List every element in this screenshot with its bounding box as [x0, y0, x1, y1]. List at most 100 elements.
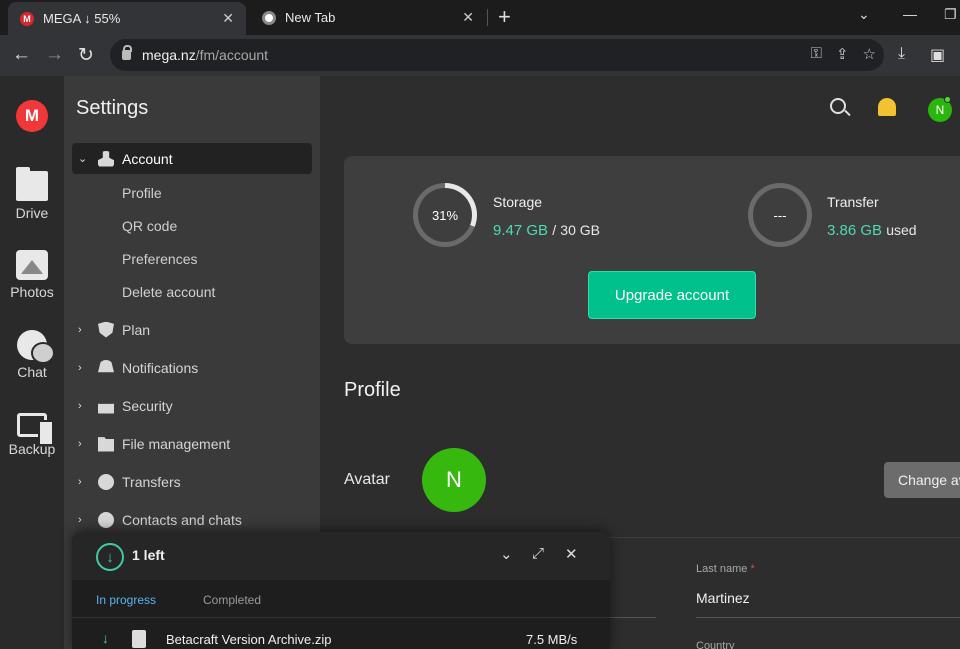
chevron-right-icon: › — [78, 361, 82, 374]
transfer-value: 3.86 GB used — [827, 222, 917, 239]
browser-tabstrip: M MEGA ↓ 55% ✕ New Tab ✕ + ⌄ — ❐ — [0, 0, 960, 35]
chevron-right-icon: › — [78, 437, 82, 450]
close-tab-icon[interactable]: ✕ — [462, 9, 474, 26]
browser-tab-mega[interactable]: M MEGA ↓ 55% ✕ — [8, 2, 246, 35]
rail-item-photos[interactable]: Photos — [0, 250, 64, 300]
settings-item-label: Account — [122, 150, 173, 167]
settings-item-label: Notifications — [122, 359, 199, 376]
transfer-manager-header: ↓ 1 left ⌄ ⤢ ✕ — [72, 532, 610, 580]
settings-subitem-preferences[interactable]: Preferences — [122, 251, 197, 267]
transfer-row[interactable]: ↓ Betacraft Version Archive.zip 7.5 MB/s — [72, 619, 610, 649]
chevron-right-icon: › — [78, 475, 82, 488]
required-marker: * — [750, 563, 755, 575]
download-progress-icon: ↓ — [96, 543, 124, 571]
search-icon[interactable] — [830, 98, 846, 114]
settings-subitem-qr-code[interactable]: QR code — [122, 218, 177, 234]
rail-item-label: Photos — [10, 284, 54, 300]
reload-icon[interactable]: ↻ — [78, 44, 94, 67]
tab-divider — [487, 9, 488, 26]
rail-item-chat[interactable]: Chat — [0, 330, 64, 380]
settings-item-file-management[interactable]: › File management — [72, 428, 312, 459]
change-avatar-button[interactable]: Change avatar — [884, 462, 960, 498]
settings-item-label: Plan — [122, 321, 151, 338]
new-tab-button[interactable]: + — [498, 5, 511, 29]
settings-subitem-delete-account[interactable]: Delete account — [122, 284, 215, 300]
chat-icon — [98, 511, 114, 528]
storage-summary-card: 31% Storage 9.47 GB / 30 GB --- Transfer… — [344, 156, 960, 344]
download-icon[interactable]: ⤓ — [898, 45, 905, 63]
photo-icon — [16, 250, 48, 280]
close-tab-icon[interactable]: ✕ — [222, 10, 234, 27]
settings-item-contacts-and-chats[interactable]: › Contacts and chats — [72, 504, 312, 535]
tab-completed[interactable]: Completed — [203, 593, 261, 607]
transfer-tabs: In progress Completed — [72, 580, 610, 618]
folder-icon — [98, 437, 114, 452]
address-bar[interactable]: mega.nz/fm/account ⚿ ⇪ ☆ — [110, 39, 884, 71]
maximize-icon[interactable]: ❐ — [944, 6, 957, 23]
star-icon[interactable]: ☆ — [863, 45, 876, 63]
avatar-label: Avatar — [344, 471, 390, 488]
last-name-label-text: Last name — [696, 563, 748, 575]
chevron-right-icon: › — [78, 399, 82, 412]
online-status-dot — [944, 96, 951, 103]
transfer-ring-text: --- — [773, 207, 787, 223]
lock-icon — [122, 45, 132, 60]
country-label: Country — [696, 640, 735, 649]
chevron-down-icon: ⌄ — [78, 153, 88, 165]
chevron-right-icon: › — [78, 513, 82, 526]
settings-title: Settings — [76, 97, 149, 119]
url-host: mega.nz — [142, 47, 196, 63]
settings-item-security[interactable]: › Security — [72, 390, 312, 421]
chrome-favicon-icon — [262, 10, 276, 25]
profile-avatar[interactable]: N — [422, 448, 486, 512]
transfer-suffix: used — [886, 222, 917, 238]
notification-bell-icon[interactable] — [878, 98, 896, 116]
tab-title: MEGA ↓ 55% — [43, 11, 121, 26]
browser-tab-newtab[interactable]: New Tab ✕ — [250, 0, 486, 35]
settings-subitem-profile[interactable]: Profile — [122, 185, 162, 201]
transfer-icon — [98, 473, 114, 490]
share-icon[interactable]: ⇪ — [836, 45, 849, 63]
storage-separator: / — [552, 222, 557, 238]
storage-usage-ring: 31% — [413, 183, 477, 247]
settings-item-label: Contacts and chats — [122, 511, 242, 528]
expand-icon[interactable]: ⤢ — [532, 545, 544, 562]
lock-icon — [98, 403, 114, 414]
settings-item-transfers[interactable]: › Transfers — [72, 466, 312, 497]
transfer-used: 3.86 GB — [827, 222, 883, 239]
upgrade-account-button[interactable]: Upgrade account — [588, 271, 756, 319]
last-name-field[interactable]: Martinez — [696, 590, 750, 606]
transfer-file-name: Betacraft Version Archive.zip — [166, 632, 332, 647]
key-icon[interactable]: ⚿ — [811, 45, 822, 63]
chevron-right-icon: › — [78, 323, 82, 336]
transfer-speed: 7.5 MB/s — [526, 632, 578, 647]
side-panel-icon[interactable]: ▣ — [930, 45, 945, 65]
mega-favicon-icon: M — [20, 11, 34, 26]
transfers-remaining: 1 left — [132, 547, 165, 563]
tab-in-progress[interactable]: In progress — [96, 593, 156, 607]
storage-percent: 31% — [431, 207, 459, 223]
url-path: /fm/account — [195, 47, 269, 63]
zip-file-icon — [132, 630, 146, 648]
settings-item-label: Security — [122, 397, 173, 414]
mega-logo-icon[interactable]: M — [16, 100, 48, 132]
storage-value: 9.47 GB / 30 GB — [493, 222, 600, 239]
rail-item-backup[interactable]: Backup — [0, 410, 64, 457]
settings-item-plan[interactable]: › Plan — [72, 314, 312, 345]
forward-arrow-icon[interactable]: → — [45, 44, 64, 66]
folder-icon — [16, 167, 48, 201]
back-arrow-icon[interactable]: ← — [12, 44, 31, 66]
download-arrow-icon: ↓ — [102, 630, 109, 646]
collapse-chevron-icon[interactable]: ⌄ — [500, 545, 513, 563]
profile-section-title: Profile — [344, 379, 401, 401]
transfer-manager: ↓ 1 left ⌄ ⤢ ✕ In progress Completed ↓ B… — [72, 532, 610, 649]
settings-item-label: File management — [122, 435, 231, 452]
last-name-field-underline — [696, 617, 960, 618]
minimize-icon[interactable]: — — [903, 6, 917, 22]
settings-item-account[interactable]: ⌄ Account — [72, 143, 312, 174]
rail-item-drive[interactable]: Drive — [0, 167, 64, 221]
transfer-usage-ring: --- — [748, 183, 812, 247]
tab-search-chevron-icon[interactable]: ⌄ — [858, 6, 870, 23]
settings-item-notifications[interactable]: › Notifications — [72, 352, 312, 383]
close-icon[interactable]: ✕ — [565, 545, 578, 563]
